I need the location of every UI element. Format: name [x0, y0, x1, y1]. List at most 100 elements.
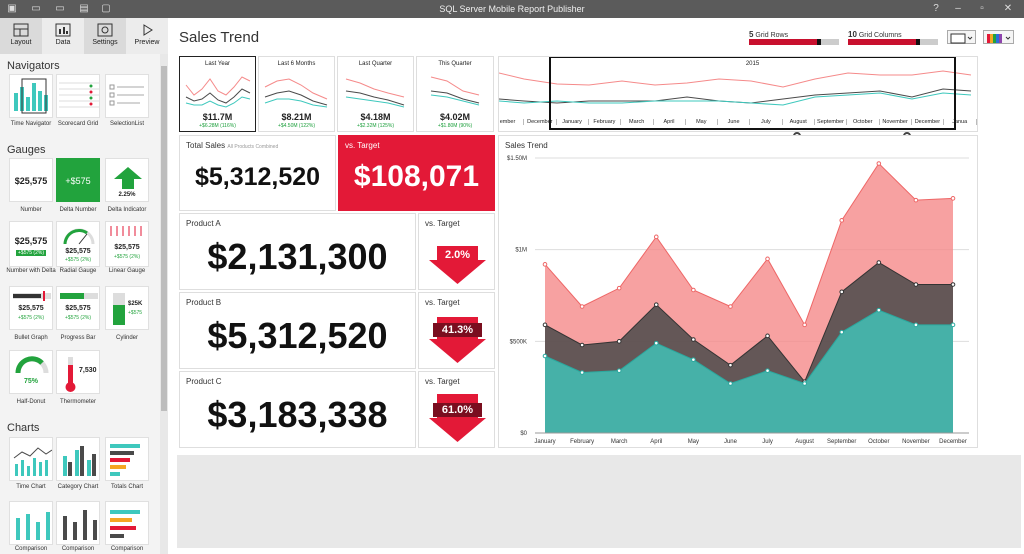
tab-data-label: Data — [55, 39, 71, 46]
color-theme-dropdown[interactable] — [983, 30, 1014, 44]
grid-rows-label: 5 Grid Rows — [749, 30, 788, 39]
nwd-value: $25,575 — [14, 236, 48, 246]
x-tick-label: September — [827, 439, 856, 445]
grid-rows-slider[interactable] — [749, 39, 839, 45]
delta-indicator-tile[interactable]: 2.25% — [105, 158, 149, 202]
scorecard-thumb — [59, 82, 99, 108]
kpi-this-quarter[interactable]: This Quarter $4.02M +$1.80M (90%) — [416, 56, 494, 132]
radial-gauge-value: $25,575 — [65, 248, 91, 255]
product-a-target[interactable]: vs. Target 2.0% — [418, 213, 495, 290]
cylinder-delta: +$575 — [128, 310, 143, 316]
data-point — [802, 381, 807, 386]
cylinder-thumb — [113, 293, 125, 325]
category-chart-thumb — [63, 446, 96, 476]
data-point — [950, 282, 956, 287]
product-value: $3,183,338 — [207, 394, 388, 435]
x-tick-label: August — [795, 439, 814, 445]
data-point — [765, 333, 770, 339]
kpi-last-6-months[interactable]: Last 6 Months $8.21M +$4.50M (122%) — [258, 56, 335, 132]
time-navigator-tile[interactable] — [9, 74, 53, 118]
help-icon[interactable]: ? — [930, 3, 942, 15]
navigator-month-label: August — [781, 119, 814, 125]
data-point — [728, 304, 733, 309]
bullet-value: $25,575 — [18, 305, 44, 312]
product-value: $2,131,300 — [207, 236, 388, 277]
time-navigator-thumb — [14, 78, 48, 114]
grid-columns-value: 10 — [848, 30, 857, 39]
product-c-target[interactable]: vs. Target 61.0% — [418, 371, 495, 448]
y-tick-label: $500K — [510, 339, 527, 345]
data-point — [579, 370, 585, 375]
navigators-header: Navigators — [7, 60, 60, 72]
cylinder-tile[interactable]: $25K +$575 — [105, 286, 149, 330]
comparison-chart-tile-2[interactable] — [56, 501, 100, 545]
progress-bar-tile[interactable]: $25,575 +$575 (2%) — [56, 286, 100, 330]
y-tick-label: $0 — [520, 431, 527, 437]
toolbox-scrollbar[interactable] — [160, 54, 168, 554]
kpi-last-year[interactable]: Last Year $11.7M +$6.28M (116%) — [179, 56, 256, 132]
data-point — [653, 234, 659, 240]
y-tick-label: $1M — [515, 248, 527, 254]
thermometer-tile[interactable]: 7,530 — [56, 350, 100, 394]
totals-chart-thumb — [110, 444, 140, 476]
tab-preview-label: Preview — [134, 39, 160, 46]
kpi-value: $8.21M — [281, 112, 312, 122]
number-gauge-tile[interactable]: $25,575 — [9, 158, 53, 202]
maximize-icon[interactable]: ▫ — [976, 3, 988, 15]
time-chart-tile[interactable] — [9, 437, 53, 481]
category-chart-tile[interactable] — [56, 437, 100, 481]
close-icon[interactable]: ✕ — [1002, 3, 1014, 15]
empty-grid-area — [177, 455, 1021, 548]
product-c-card[interactable]: Product C $3,183,338 — [179, 371, 416, 448]
scrollbar-thumb[interactable] — [161, 66, 167, 411]
kpi-delta: +$1.80M (90%) — [437, 123, 473, 129]
linear-gauge-label: Linear Gauge — [108, 268, 146, 274]
thermometer-value: 7,530 — [79, 367, 97, 374]
delta-number-value: +$575 — [65, 176, 91, 186]
tab-data[interactable]: Data — [42, 18, 84, 54]
vs-target-label: vs. Target — [345, 141, 380, 150]
navigator-month-label: March — [620, 119, 652, 125]
layout-size-dropdown[interactable] — [947, 30, 976, 44]
navigator-month-label: September — [814, 119, 846, 125]
total-sales-card[interactable]: Total Sales All Products Combined $5,312… — [179, 135, 336, 211]
product-b-card[interactable]: Product B $5,312,520 — [179, 292, 416, 369]
x-tick-label: May — [688, 439, 699, 445]
y-tick-label: $1.50M — [507, 156, 527, 162]
delta-indicator-label: Delta Indicator — [107, 207, 147, 213]
comparison-chart-tile-1[interactable] — [9, 501, 53, 545]
tab-settings[interactable]: Settings — [84, 18, 126, 54]
product-a-card[interactable]: Product A $2,131,300 — [179, 213, 416, 290]
radial-gauge-tile[interactable]: $25,575 +$575 (2%) — [56, 221, 100, 267]
grid-columns-slider[interactable] — [848, 39, 938, 45]
comparison-thumb-1 — [16, 512, 50, 540]
kpi-value: $4.02M — [439, 112, 471, 122]
time-navigator[interactable]: 2015 ember December January February March Ap… — [498, 56, 978, 132]
page-title[interactable]: Sales Trend — [179, 29, 259, 46]
kpi-value: $4.18M — [360, 112, 391, 122]
minimize-icon[interactable]: – — [952, 3, 964, 15]
kpi-sparkline — [345, 78, 405, 108]
sales-trend-chart[interactable]: Sales Trend $0 $500K $1M $1.50M January Febru… — [498, 135, 978, 448]
tab-layout[interactable]: Layout — [0, 18, 42, 54]
tab-preview[interactable]: Preview — [126, 18, 168, 54]
data-point — [542, 322, 548, 328]
linear-gauge-tile[interactable]: $25,575 +$575 (2%) — [105, 221, 149, 267]
comparison-thumb-3 — [110, 510, 140, 538]
comparison-thumb-2 — [63, 510, 97, 540]
totals-chart-tile[interactable] — [105, 437, 149, 481]
grid-rows-text: Grid Rows — [755, 32, 789, 39]
half-donut-tile[interactable]: 75% — [9, 350, 53, 394]
tab-layout-label: Layout — [10, 39, 32, 46]
scorecard-grid-tile[interactable] — [56, 74, 100, 118]
selectionlist-tile[interactable] — [105, 74, 149, 118]
kpi-last-quarter[interactable]: Last Quarter $4.18M +$2.32M (125%) — [337, 56, 414, 132]
vs-target-card[interactable]: vs. Target $108,071 — [338, 135, 495, 211]
kpi-sparkline — [264, 78, 328, 108]
product-b-target[interactable]: vs. Target 41.3% — [418, 292, 495, 369]
x-tick-label: April — [650, 439, 662, 445]
delta-number-tile[interactable]: +$575 — [56, 158, 100, 202]
bullet-graph-tile[interactable]: $25,575 +$575 (2%) — [9, 286, 53, 330]
comparison-chart-tile-3[interactable] — [105, 501, 149, 545]
number-with-delta-tile[interactable]: $25,575 +$575 (2%) — [9, 221, 53, 267]
